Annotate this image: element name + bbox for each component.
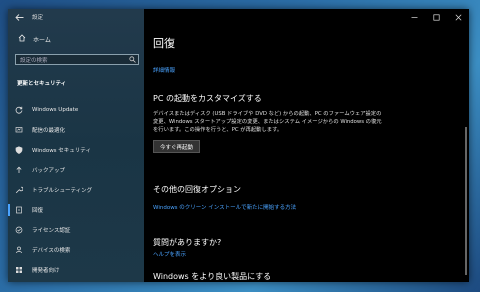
person-locate-icon (14, 245, 24, 255)
scrollbar[interactable] (465, 127, 467, 275)
home-icon (18, 34, 26, 44)
sidebar-item-label: トラブルシューティング (32, 188, 93, 194)
sidebar-item-label: 回復 (32, 208, 44, 214)
sidebar-item-developers[interactable]: 開発者向け (8, 260, 144, 280)
restart-now-button[interactable]: 今すぐ再起動 (153, 140, 201, 153)
settings-window: 設定 ホーム 設定の検索 更新とセキュリティ Windows Update 配信… (8, 9, 469, 282)
sidebar-item-label: Windows Update (32, 107, 79, 113)
sidebar-item-backup[interactable]: バックアップ (8, 160, 144, 180)
page-title: 回復 (153, 37, 175, 50)
sidebar-item-recovery[interactable]: 回復 (8, 200, 144, 220)
help-link[interactable]: ヘルプを表示 (153, 250, 186, 258)
titlebar: 設定 (8, 9, 144, 25)
minimize-icon[interactable] (403, 9, 425, 25)
sidebar-item-label: Windows セキュリティ (32, 148, 91, 154)
sidebar-item-label: 開発者向け (32, 268, 60, 274)
other-options-heading: その他の回復オプション (153, 185, 241, 194)
sidebar-nav: Windows Update 配信の最適化 Windows セキュリティ バック… (8, 100, 144, 280)
clean-install-link[interactable]: Windows のクリーン インストールで新たに開始する方法 (153, 203, 296, 211)
window-controls (403, 9, 469, 25)
sidebar-item-label: バックアップ (32, 168, 66, 174)
search-placeholder: 設定の検索 (20, 57, 48, 64)
sidebar: 設定 ホーム 設定の検索 更新とセキュリティ Windows Update 配信… (8, 9, 144, 282)
sidebar-section-heading: 更新とセキュリティ (17, 81, 67, 87)
sidebar-item-find-device[interactable]: デバイスの検索 (8, 240, 144, 260)
search-input[interactable]: 設定の検索 (15, 54, 139, 65)
check-circle-icon (14, 225, 24, 235)
improve-heading: Windows をより良い製品にする (153, 272, 272, 281)
close-icon[interactable] (447, 9, 469, 25)
sidebar-item-windows-update[interactable]: Windows Update (8, 100, 144, 120)
main-content: 回復 詳細情報 PC の起動をカスタマイズする デバイスまたはディスク (USB… (144, 9, 469, 282)
recovery-icon (14, 205, 24, 215)
window-title: 設定 (32, 15, 44, 21)
details-link[interactable]: 詳細情報 (153, 66, 175, 74)
sidebar-item-windows-security[interactable]: Windows セキュリティ (8, 140, 144, 160)
sidebar-item-label: 配信の最適化 (32, 128, 66, 134)
back-arrow-icon[interactable] (12, 9, 26, 25)
home-label: ホーム (33, 36, 51, 44)
search-icon[interactable] (127, 56, 138, 63)
refresh-icon (14, 105, 24, 115)
delivery-optimization-icon (14, 125, 24, 135)
sidebar-item-label: デバイスの検索 (32, 248, 71, 254)
startup-description: デバイスまたはディスク (USB ドライブや DVD など) からの起動、PC … (153, 111, 382, 134)
maximize-icon[interactable] (425, 9, 447, 25)
backup-arrow-icon (14, 165, 24, 175)
shield-icon (14, 145, 24, 155)
developer-tools-icon (14, 265, 24, 275)
sidebar-item-home[interactable]: ホーム (18, 34, 51, 44)
startup-heading: PC の起動をカスタマイズする (153, 94, 262, 103)
sidebar-item-troubleshoot[interactable]: トラブルシューティング (8, 180, 144, 200)
wrench-icon (14, 185, 24, 195)
sidebar-item-activation[interactable]: ライセンス認証 (8, 220, 144, 240)
sidebar-item-label: ライセンス認証 (32, 228, 71, 234)
question-heading: 質問がありますか? (153, 238, 222, 247)
sidebar-item-delivery-optimization[interactable]: 配信の最適化 (8, 120, 144, 140)
